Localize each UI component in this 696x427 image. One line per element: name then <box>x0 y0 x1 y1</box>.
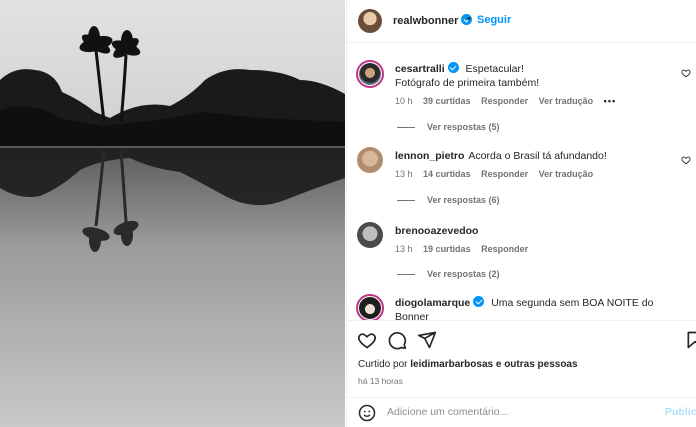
replies-line <box>397 200 415 202</box>
bookmark-icon[interactable] <box>685 330 696 355</box>
replies-line <box>397 127 415 129</box>
commenter-avatar[interactable] <box>356 294 384 320</box>
author-avatar[interactable] <box>358 9 382 33</box>
share-icon[interactable] <box>417 330 437 355</box>
view-replies-button[interactable]: Ver respostas (5) <box>397 122 500 132</box>
reply-button[interactable]: Responder <box>481 244 528 254</box>
comment-time[interactable]: 13 h <box>395 169 413 179</box>
liked-by-others[interactable]: outras pessoas <box>504 359 577 370</box>
verified-badge-icon <box>473 296 485 307</box>
comment-input[interactable]: Adicione um comentário... <box>387 406 508 418</box>
liked-by-text: Curtido por leidimarbarbosas e outras pe… <box>358 359 578 370</box>
liked-by-user[interactable]: leidimarbarbosas <box>410 359 493 370</box>
comment-meta: 13 h 14 curtidas Responder Ver tradução <box>395 169 601 179</box>
comment-username[interactable]: brenooazevedoo <box>395 225 478 237</box>
translate-button[interactable]: Ver tradução <box>539 169 594 179</box>
comment-username[interactable]: lennon_pietro <box>395 150 464 162</box>
translate-button[interactable]: Ver tradução <box>539 96 594 106</box>
comment-text: diogolamarque Uma segunda sem BOA NOITE … <box>395 296 654 320</box>
comment-likes[interactable]: 19 curtidas <box>423 244 471 254</box>
comment-item: diogolamarque Uma segunda sem BOA NOITE … <box>347 294 696 320</box>
post-side-panel: realwbonner • Seguir cesartralli Espetac… <box>346 0 696 427</box>
comment-meta: 13 h 19 curtidas Responder <box>395 244 536 254</box>
post-header: realwbonner • Seguir <box>347 0 696 43</box>
comment-likes[interactable]: 39 curtidas <box>423 96 471 106</box>
comment-like-icon[interactable] <box>681 155 691 168</box>
comment-time[interactable]: 13 h <box>395 244 413 254</box>
replies-line <box>397 274 415 276</box>
author-username-text[interactable]: realwbonner <box>393 15 458 27</box>
author-username[interactable]: realwbonner <box>393 14 473 27</box>
comment-likes[interactable]: 14 curtidas <box>423 169 471 179</box>
view-replies-button[interactable]: Ver respostas (6) <box>397 195 500 205</box>
commenter-avatar[interactable] <box>356 60 384 88</box>
reply-button[interactable]: Responder <box>481 96 528 106</box>
comment-text: brenooazevedoo <box>395 224 685 238</box>
commenter-avatar[interactable] <box>357 147 383 173</box>
palm-lake-image <box>0 0 345 427</box>
comment-icon[interactable] <box>387 330 407 355</box>
more-options-icon[interactable]: ••• <box>604 96 616 106</box>
verified-badge-icon <box>447 62 459 73</box>
comment-text: lennon_pietro Acorda o Brasil tá afundand… <box>395 150 607 162</box>
comment-meta: 10 h 39 curtidas Responder Ver tradução … <box>395 96 624 106</box>
follow-button[interactable]: Seguir <box>477 14 511 26</box>
add-comment-bar: Adicione um comentário... Publica <box>347 397 696 427</box>
comment-username[interactable]: diogolamarque <box>395 296 485 309</box>
post-photo[interactable] <box>0 0 345 427</box>
reply-button[interactable]: Responder <box>481 169 528 179</box>
view-replies-button[interactable]: Ver respostas (2) <box>397 269 500 279</box>
comment-like-icon[interactable] <box>681 68 691 81</box>
publish-button[interactable]: Publica <box>665 406 696 418</box>
comment-text: cesartralli Espetacular! Fotógrafo de pr… <box>395 62 540 89</box>
comment-time[interactable]: 10 h <box>395 96 413 106</box>
separator-dot: • <box>467 13 471 25</box>
emoji-icon[interactable] <box>358 404 376 427</box>
commenter-avatar[interactable] <box>357 222 383 248</box>
comment-username[interactable]: cesartralli <box>395 62 459 75</box>
post-time[interactable]: há 13 horas <box>358 376 403 386</box>
heart-icon[interactable] <box>357 330 377 355</box>
